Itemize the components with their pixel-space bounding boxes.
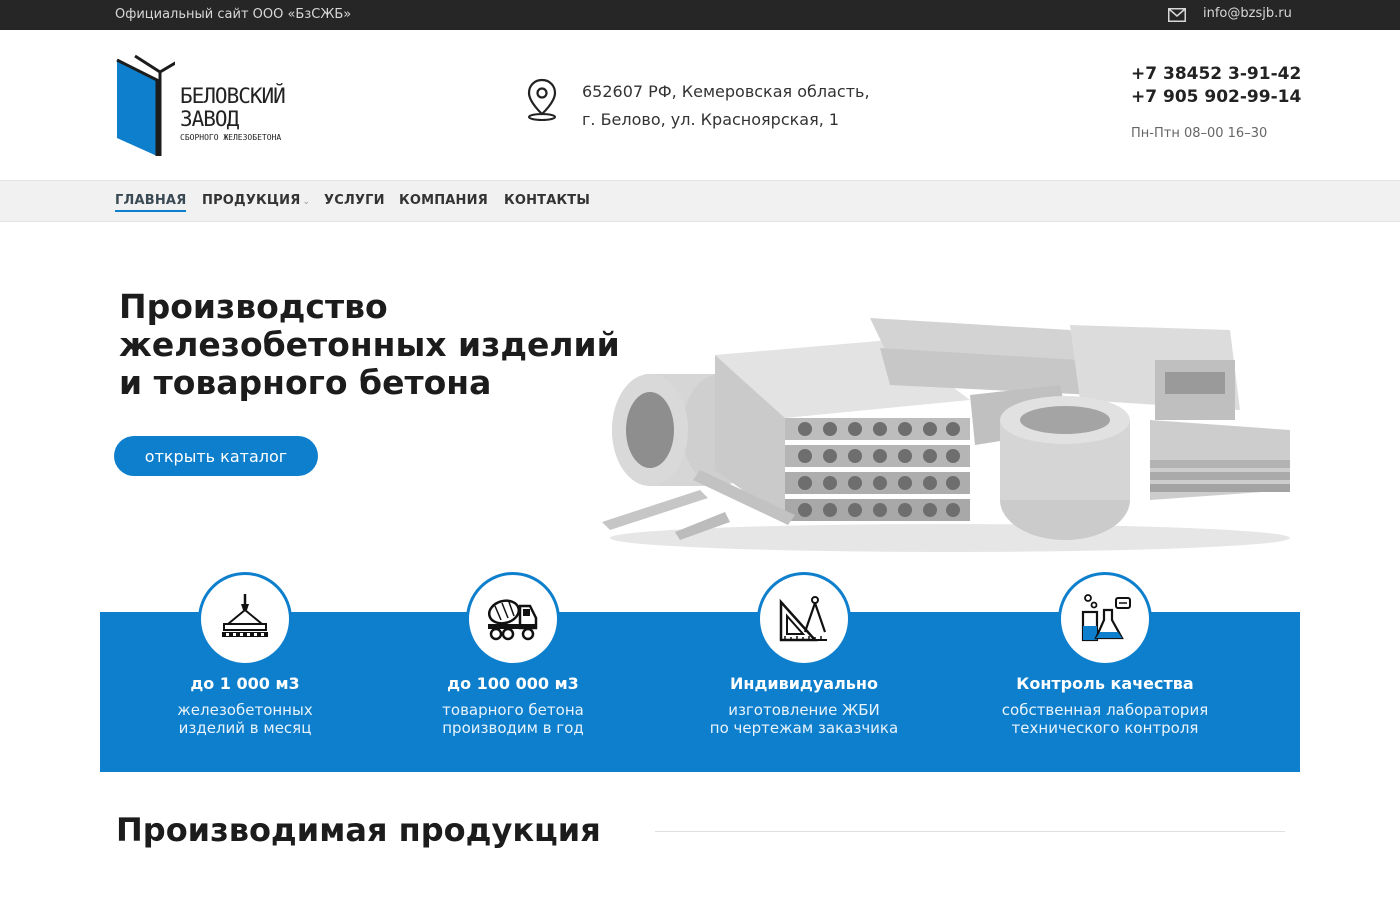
feature-item: Контроль качества собственная лаборатори…: [960, 572, 1250, 772]
feature-icon-circle: [466, 572, 560, 666]
logo-text: БЕЛОВСКИЙ ЗАВОД СБОРНОГО ЖЕЛЕЗОБЕТОНА: [180, 84, 286, 142]
nav-item-products[interactable]: ПРОДУКЦИЯ ⌄: [202, 193, 310, 208]
feature-desc-line-1: собственная лаборатория: [1001, 701, 1209, 719]
hero-title-line-2: железобетонных изделий: [119, 325, 620, 364]
working-hours: Пн-Птн 08–00 16–30: [1131, 126, 1268, 141]
drafting-tools-icon: [779, 596, 827, 642]
envelope-icon[interactable]: [1168, 8, 1186, 22]
feature-item: Индивидуально изготовление ЖБИ по чертеж…: [659, 572, 949, 772]
feature-desc-line-2: по чертежам заказчика: [709, 719, 899, 737]
phone-1[interactable]: +7 38452 3-91-42: [1131, 63, 1301, 86]
feature-description: товарного бетона производим в год: [368, 701, 658, 737]
nav-item-home[interactable]: ГЛАВНАЯ: [115, 193, 187, 212]
company-address: 652607 РФ, Кемеровская область, г. Белов…: [582, 78, 870, 134]
feature-title: до 1 000 м3: [190, 674, 300, 693]
products-heading: Производимая продукция: [116, 811, 601, 849]
feature-description: железобетонных изделий в месяц: [100, 701, 390, 737]
phone-numbers: +7 38452 3-91-42 +7 905 902-99-14: [1131, 63, 1301, 109]
lab-flask-icon: [1081, 594, 1131, 642]
feature-desc-line-2: производим в год: [442, 719, 584, 737]
concrete-mixer-truck-icon: [487, 599, 538, 641]
hero-title-line-1: Производство: [119, 287, 388, 326]
header: БЕЛОВСКИЙ ЗАВОД СБОРНОГО ЖЕЛЕЗОБЕТОНА 65…: [0, 30, 1400, 180]
open-catalog-button[interactable]: открыть каталог: [114, 436, 318, 476]
feature-desc-line-2: изделий в месяц: [178, 719, 312, 737]
nav-item-contacts[interactable]: КОНТАКТЫ: [504, 193, 590, 208]
hero-title: Производство железобетонных изделий и то…: [119, 288, 659, 402]
site-label: Официальный сайт ООО «БзСЖБ»: [115, 7, 352, 22]
address-line-2: г. Белово, ул. Красноярская, 1: [582, 110, 840, 129]
feature-item: до 1 000 м3 железобетонных изделий в мес…: [100, 572, 390, 772]
feature-desc-line-2: технического контроля: [1011, 719, 1199, 737]
feature-title: Индивидуально: [730, 674, 878, 693]
map-pin-icon: [527, 78, 557, 121]
heading-divider: [655, 831, 1285, 832]
feature-desc-line-1: железобетонных: [177, 701, 313, 719]
logo-line-1: БЕЛОВСКИЙ: [180, 84, 286, 108]
feature-icon-circle: [1058, 572, 1152, 666]
feature-desc-line-1: изготовление ЖБИ: [728, 701, 880, 719]
top-bar: Официальный сайт ООО «БзСЖБ» info@bzsjb.…: [0, 0, 1400, 30]
feature-desc-line-1: товарного бетона: [442, 701, 584, 719]
logo-line-2: ЗАВОД: [180, 107, 239, 131]
address-line-1: 652607 РФ, Кемеровская область,: [582, 82, 870, 101]
concrete-products-image: [602, 318, 1290, 552]
feature-title: до 100 000 м3: [447, 674, 579, 693]
chevron-down-icon: ⌄: [302, 197, 311, 207]
logo-line-3: СБОРНОГО ЖЕЛЕЗОБЕТОНА: [180, 133, 282, 142]
company-logo[interactable]: БЕЛОВСКИЙ ЗАВОД СБОРНОГО ЖЕЛЕЗОБЕТОНА: [115, 52, 315, 160]
feature-title: Контроль качества: [1016, 674, 1194, 693]
phone-2[interactable]: +7 905 902-99-14: [1131, 86, 1301, 109]
email-link[interactable]: info@bzsjb.ru: [1203, 6, 1292, 21]
feature-icon-circle: [757, 572, 851, 666]
feature-item: до 100 000 м3 товарного бетона производи…: [368, 572, 658, 772]
logo-mark-icon: [116, 54, 175, 156]
main-nav: ГЛАВНАЯ ПРОДУКЦИЯ ⌄ УСЛУГИ КОМПАНИЯ КОНТА…: [0, 180, 1400, 222]
crane-slab-icon: [222, 594, 268, 637]
features-band: до 1 000 м3 железобетонных изделий в мес…: [100, 572, 1300, 772]
nav-item-company[interactable]: КОМПАНИЯ: [399, 193, 488, 208]
feature-description: собственная лаборатория технического кон…: [960, 701, 1250, 737]
feature-icon-circle: [198, 572, 292, 666]
nav-item-services[interactable]: УСЛУГИ: [324, 193, 385, 208]
feature-description: изготовление ЖБИ по чертежам заказчика: [659, 701, 949, 737]
hero-title-line-3: и товарного бетона: [119, 363, 492, 402]
nav-item-products-label: ПРОДУКЦИЯ: [202, 193, 301, 208]
